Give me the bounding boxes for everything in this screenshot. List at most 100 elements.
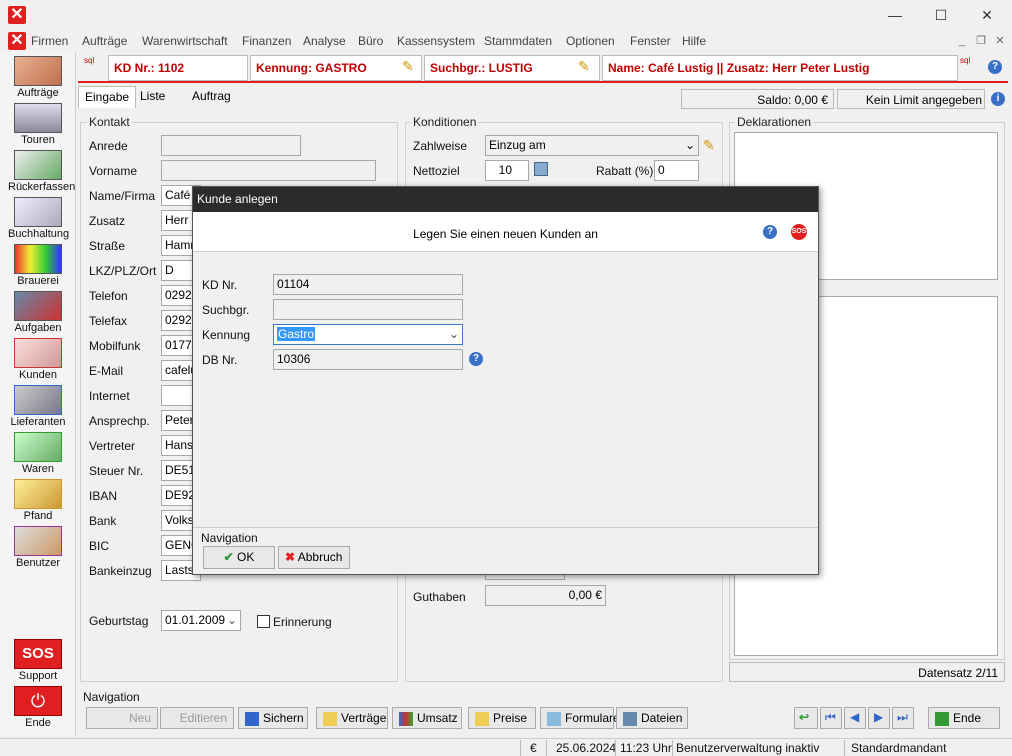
rabatt-field[interactable]: 0	[654, 160, 699, 181]
help-icon[interactable]: ?	[763, 225, 777, 239]
first-record-icon[interactable]: ⏮	[820, 707, 842, 729]
kd-nr-text: KD Nr.: 1102	[114, 61, 185, 75]
exit-icon	[935, 711, 949, 726]
menu-finanzen[interactable]: Finanzen	[242, 34, 291, 48]
editieren-button[interactable]: Editieren	[160, 707, 234, 729]
sidebar-item-kunden[interactable]: Kunden	[8, 338, 68, 381]
app-menu-icon[interactable]: ✕	[8, 32, 26, 50]
kontakt-label: Mobilfunk	[89, 339, 141, 353]
status-info: Benutzerverwaltung inaktiv	[676, 741, 820, 755]
app-icon: ✕	[8, 6, 26, 24]
sidebar-label: Brauerei	[17, 275, 59, 287]
suchbgr-field[interactable]	[273, 299, 463, 320]
nettoziel-field[interactable]: 10	[485, 160, 529, 181]
status-separator	[844, 740, 845, 756]
menu-warenwirtschaft[interactable]: Warenwirtschaft	[142, 34, 228, 48]
menu-hilfe[interactable]: Hilfe	[682, 34, 706, 48]
maximize-button[interactable]: ☐	[918, 4, 964, 26]
kontakt-label: Zusatz	[89, 214, 126, 228]
undo-icon[interactable]: ↩	[794, 707, 818, 729]
sidebar-item-pfand[interactable]: Pfand	[8, 479, 68, 522]
sidebar-item-ende[interactable]: ⏻ Ende	[8, 686, 68, 729]
pencil-icon[interactable]: ✎	[703, 137, 715, 154]
mdi-restore-icon[interactable]: ❐	[973, 34, 989, 48]
kennung-text: Kennung: GASTRO	[256, 61, 367, 75]
menu-kassensystem[interactable]: Kassensystem	[397, 34, 475, 48]
zahlweise-select[interactable]: Einzug am ⌄	[485, 135, 699, 156]
kontakt-label: Steuer Nr.	[89, 464, 144, 478]
menu-buero[interactable]: Büro	[358, 34, 383, 48]
sidebar-item-aufgaben[interactable]: Aufgaben	[8, 291, 68, 334]
help-icon[interactable]: ?	[469, 352, 483, 366]
sidebar-label: Touren	[21, 134, 55, 146]
sidebar-label: Buchhaltung	[8, 228, 70, 240]
status-time: 11:23 Uhr	[620, 741, 672, 755]
suchbgr-text: Suchbgr.: LUSTIG	[430, 61, 533, 75]
pencil-icon[interactable]: ✎	[402, 58, 414, 75]
formulare-button[interactable]: Formulare	[540, 707, 620, 729]
erinnerung-checkbox[interactable]	[257, 615, 270, 628]
db-field: 10306	[273, 349, 463, 370]
dateien-button[interactable]: Dateien	[616, 707, 688, 729]
db-label: DB Nr.	[202, 353, 238, 367]
sql-icon[interactable]: sql	[960, 56, 980, 76]
ende-button[interactable]: Ende	[928, 707, 1000, 729]
dialog-subtitle: Legen Sie einen neuen Kunden an	[413, 227, 598, 241]
menu-auftraege[interactable]: Aufträge	[82, 34, 127, 48]
kontakt-field[interactable]	[161, 160, 376, 181]
kunde-anlegen-dialog: Kunde anlegen Legen Sie einen neuen Kund…	[192, 186, 819, 575]
menu-optionen[interactable]: Optionen	[566, 34, 615, 48]
check-icon: ✔	[223, 550, 234, 564]
kennung-select[interactable]: Gastro ⌄	[273, 324, 463, 345]
menu-fenster[interactable]: Fenster	[630, 34, 671, 48]
tab-auftrag[interactable]: Auftrag	[186, 86, 237, 108]
prev-record-icon[interactable]: ◀	[844, 707, 866, 729]
neu-button[interactable]: Neu	[86, 707, 158, 729]
umsatz-button[interactable]: Umsatz	[392, 707, 462, 729]
sidebar-item-lieferanten[interactable]: Lieferanten	[8, 385, 68, 428]
sidebar-item-brauerei[interactable]: Brauerei	[8, 244, 68, 287]
kd-field: 01104	[273, 274, 463, 295]
sidebar: Aufträge Touren Rückerfassen Buchhaltung…	[0, 52, 76, 736]
sidebar-label: Lieferanten	[10, 416, 66, 428]
menu-firmen[interactable]: Firmen	[31, 34, 68, 48]
sql-icon[interactable]: sql	[84, 56, 106, 78]
menu-analyse[interactable]: Analyse	[303, 34, 346, 48]
help-icon[interactable]: i	[991, 92, 1005, 106]
sidebar-item-touren[interactable]: Touren	[8, 103, 68, 146]
help-icon[interactable]: ?	[988, 60, 1002, 74]
mdi-close-icon[interactable]: ✕	[992, 34, 1008, 48]
menu-stammdaten[interactable]: Stammdaten	[484, 34, 552, 48]
save-icon	[245, 711, 259, 726]
user-lock-icon	[14, 526, 62, 556]
sidebar-item-benutzer[interactable]: Benutzer	[8, 526, 68, 569]
dialog-title: Kunde anlegen	[193, 187, 818, 212]
pencil-icon[interactable]: ✎	[578, 58, 590, 75]
kontakt-field[interactable]	[161, 135, 301, 156]
minimize-button[interactable]: —	[872, 4, 918, 26]
kontakt-label: Ansprechp.	[89, 414, 150, 428]
sidebar-item-auftraege[interactable]: Aufträge	[8, 56, 68, 99]
preise-button[interactable]: Preise	[468, 707, 536, 729]
sidebar-item-rueckerfassen[interactable]: Rückerfassen	[8, 150, 75, 193]
sidebar-item-waren[interactable]: Waren	[8, 432, 68, 475]
sos-icon[interactable]: SOS	[791, 224, 807, 240]
tab-eingabe[interactable]: Eingabe	[78, 86, 137, 108]
geburtstag-field[interactable]: 01.01.2009 ⌄	[161, 610, 241, 631]
sidebar-item-buchhaltung[interactable]: Buchhaltung	[8, 197, 70, 240]
mdi-minimize-icon[interactable]: _	[954, 34, 970, 48]
kontakt-label: Bank	[89, 514, 117, 528]
next-record-icon[interactable]: ▶	[868, 707, 890, 729]
vertraege-button[interactable]: Verträge	[316, 707, 388, 729]
status-bar: € 25.06.2024 11:23 Uhr Benutzerverwaltun…	[0, 738, 1012, 756]
limit-field: Kein Limit angegeben	[837, 89, 985, 109]
last-record-icon[interactable]: ⏭	[892, 707, 914, 729]
ok-button[interactable]: ✔ OK	[203, 546, 275, 569]
calendar-icon[interactable]	[534, 162, 548, 176]
sichern-button[interactable]: Sichern	[238, 707, 308, 729]
tab-liste[interactable]: Liste	[134, 86, 171, 108]
close-button[interactable]: ✕	[964, 4, 1010, 26]
sidebar-label: Benutzer	[15, 557, 61, 569]
abbruch-button[interactable]: ✖ Abbruch	[278, 546, 350, 569]
sidebar-item-support[interactable]: SOS Support	[8, 639, 68, 682]
